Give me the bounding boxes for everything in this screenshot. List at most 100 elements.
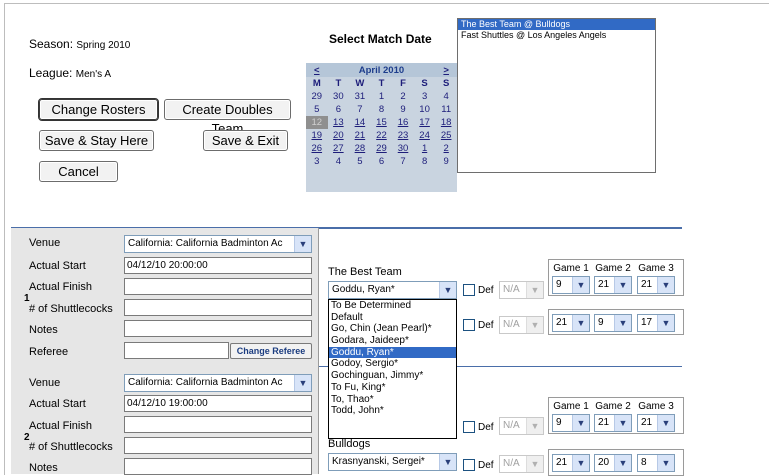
score-select-2b-g2[interactable]: 20 ▼ xyxy=(594,454,632,472)
default-checkbox-2a[interactable] xyxy=(463,421,475,433)
score-select-2a-g1[interactable]: 9 ▼ xyxy=(552,414,590,432)
create-doubles-team-button[interactable]: Create Doubles Team xyxy=(164,99,291,136)
calendar-day[interactable]: 27 xyxy=(328,142,350,155)
change-referee-button[interactable]: Change Referee xyxy=(230,343,312,359)
calendar-day-link[interactable]: 14 xyxy=(355,117,366,128)
calendar-day[interactable]: 28 xyxy=(349,142,371,155)
save-exit-button[interactable]: Save & Exit xyxy=(203,130,288,151)
player-option[interactable]: To Be Determined xyxy=(329,300,456,312)
calendar-day-link[interactable]: 21 xyxy=(355,130,366,141)
calendar-day[interactable]: 18 xyxy=(435,116,457,129)
venue-select-2[interactable]: California: California Badminton Ac ▼ xyxy=(124,374,312,392)
match-list-item[interactable]: The Best Team @ Bulldogs xyxy=(458,19,655,30)
calendar-day-link[interactable]: 19 xyxy=(311,130,322,141)
calendar-day-link[interactable]: 18 xyxy=(441,117,452,128)
score-select-1b-g2[interactable]: 9 ▼ xyxy=(594,314,632,332)
calendar-day[interactable]: 21 xyxy=(349,129,371,142)
season-value: Spring 2010 xyxy=(76,40,131,51)
calendar-day[interactable]: 29 xyxy=(371,142,393,155)
actual-finish-input-2[interactable] xyxy=(124,416,312,433)
player-option[interactable]: To, Thao* xyxy=(329,394,456,406)
score-select-1a-g2[interactable]: 21 ▼ xyxy=(594,276,632,294)
calendar-day-link[interactable]: 16 xyxy=(398,117,409,128)
calendar-day-link[interactable]: 1 xyxy=(422,143,427,154)
calendar-day[interactable]: 24 xyxy=(414,129,436,142)
player-option[interactable]: Go, Chin (Jean Pearl)* xyxy=(329,323,456,335)
score-select-1a-g1[interactable]: 9 ▼ xyxy=(552,276,590,294)
calendar-day[interactable]: 20 xyxy=(328,129,350,142)
forfeit-select-1a[interactable]: N/A ▼ xyxy=(499,281,544,299)
cancel-button[interactable]: Cancel xyxy=(39,161,118,182)
calendar-day-link[interactable]: 24 xyxy=(419,130,430,141)
chevron-down-icon: ▼ xyxy=(439,454,456,470)
notes-input-2[interactable] xyxy=(124,458,312,475)
shuttlecocks-input-2[interactable] xyxy=(124,437,312,454)
score-select-2a-g3[interactable]: 21 ▼ xyxy=(637,414,675,432)
player-option[interactable]: Goddu, Ryan* xyxy=(329,346,456,359)
default-checkbox-1a[interactable] xyxy=(463,284,475,296)
venue-select-1[interactable]: California: California Badminton Ac ▼ xyxy=(124,235,312,253)
player-select-2[interactable]: Krasnyanski, Sergei* ▼ xyxy=(328,453,457,471)
match-listbox[interactable]: The Best Team @ Bulldogs Fast Shuttles @ … xyxy=(457,18,656,173)
score-select-1b-g3[interactable]: 17 ▼ xyxy=(637,314,675,332)
calendar-day-link[interactable]: 23 xyxy=(398,130,409,141)
calendar-day[interactable]: 12 xyxy=(306,116,328,129)
player-option[interactable]: Todd, John* xyxy=(329,405,456,417)
calendar-day[interactable]: 25 xyxy=(435,129,457,142)
score-select-1a-g3[interactable]: 21 ▼ xyxy=(637,276,675,294)
calendar-day-link[interactable]: 13 xyxy=(333,117,344,128)
change-rosters-button[interactable]: Change Rosters xyxy=(38,98,159,121)
referee-input-1[interactable] xyxy=(124,342,229,359)
player-option[interactable]: Godoy, Sergio* xyxy=(329,358,456,370)
actual-start-input-1[interactable]: 04/12/10 20:00:00 xyxy=(124,257,312,274)
calendar-day-link[interactable]: 17 xyxy=(419,117,430,128)
save-stay-here-button[interactable]: Save & Stay Here xyxy=(39,130,154,151)
calendar-day[interactable]: 15 xyxy=(371,116,393,129)
calendar-day[interactable]: 14 xyxy=(349,116,371,129)
calendar-day-link[interactable]: 2 xyxy=(444,143,449,154)
calendar-day-link[interactable]: 15 xyxy=(376,117,387,128)
score-select-2b-g1[interactable]: 21 ▼ xyxy=(552,454,590,472)
calendar-day-link[interactable]: 30 xyxy=(398,143,409,154)
default-checkbox-1b[interactable] xyxy=(463,319,475,331)
score-select-2a-g2[interactable]: 21 ▼ xyxy=(594,414,632,432)
forfeit-select-2b-value: N/A xyxy=(503,458,520,469)
calendar-day-link[interactable]: 27 xyxy=(333,143,344,154)
default-checkbox-2b[interactable] xyxy=(463,459,475,471)
forfeit-select-2b[interactable]: N/A ▼ xyxy=(499,455,544,473)
calendar-day-link[interactable]: 22 xyxy=(376,130,387,141)
score-select-1b-g1[interactable]: 21 ▼ xyxy=(552,314,590,332)
calendar-day[interactable]: 13 xyxy=(328,116,350,129)
calendar-day: 8 xyxy=(378,104,385,115)
forfeit-select-2a[interactable]: N/A ▼ xyxy=(499,417,544,435)
calendar-day[interactable]: 2 xyxy=(435,142,457,155)
calendar-day[interactable]: 23 xyxy=(392,129,414,142)
actual-finish-input-1[interactable] xyxy=(124,278,312,295)
shuttlecocks-input-1[interactable] xyxy=(124,299,312,316)
calendar-day[interactable]: 1 xyxy=(414,142,436,155)
player-option[interactable]: To Fu, King* xyxy=(329,382,456,394)
calendar-day[interactable]: 19 xyxy=(306,129,328,142)
score-select-2b-g3[interactable]: 8 ▼ xyxy=(637,454,675,472)
calendar-day-link[interactable]: 29 xyxy=(376,143,387,154)
calendar-day[interactable]: 17 xyxy=(414,116,436,129)
player-option[interactable]: Gochinguan, Jimmy* xyxy=(329,370,456,382)
actual-start-input-2[interactable]: 04/12/10 19:00:00 xyxy=(124,395,312,412)
match-list-item[interactable]: Fast Shuttles @ Los Angeles Angels xyxy=(458,30,655,41)
calendar-day-link[interactable]: 26 xyxy=(311,143,322,154)
notes-input-1[interactable] xyxy=(124,320,312,337)
player-option[interactable]: Default xyxy=(329,312,456,324)
calendar-day[interactable]: 16 xyxy=(392,116,414,129)
calendar-day-link[interactable]: 28 xyxy=(355,143,366,154)
forfeit-select-1b[interactable]: N/A ▼ xyxy=(499,316,544,334)
calendar-next-month-link[interactable]: > xyxy=(443,65,449,76)
calendar-day[interactable]: 26 xyxy=(306,142,328,155)
player-dropdown-list[interactable]: To Be Determined Default Go, Chin (Jean Pe… xyxy=(328,299,457,439)
calendar-day[interactable]: 22 xyxy=(371,129,393,142)
calendar-day-link[interactable]: 20 xyxy=(333,130,344,141)
player-option[interactable]: Godara, Jaideep* xyxy=(329,335,456,347)
calendar-day-link[interactable]: 25 xyxy=(441,130,452,141)
player-select-1[interactable]: Goddu, Ryan* ▼ xyxy=(328,281,457,299)
calendar-prev-month-link[interactable]: < xyxy=(314,65,320,76)
calendar-day[interactable]: 30 xyxy=(392,142,414,155)
